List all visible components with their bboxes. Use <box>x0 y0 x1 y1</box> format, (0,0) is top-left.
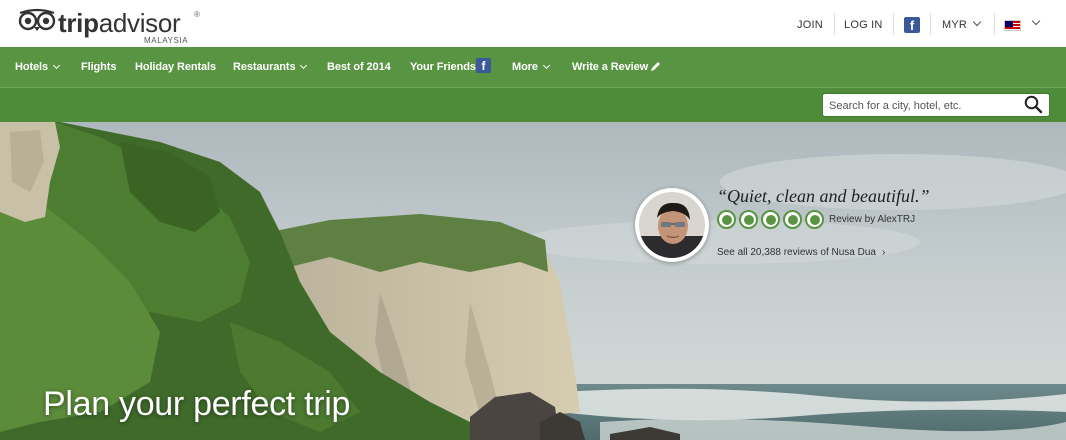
hero-headline: Plan your perfect trip <box>43 385 351 423</box>
logo-brand-suffix: advisor <box>98 8 181 38</box>
rating-bubble-icon <box>739 210 758 229</box>
pencil-icon <box>651 62 660 71</box>
nav-best-of-2014[interactable]: Best of 2014 <box>327 61 391 73</box>
nav-flights[interactable]: Flights <box>81 61 116 73</box>
nav-holiday-rentals[interactable]: Holiday Rentals <box>135 61 216 73</box>
facebook-icon[interactable]: f <box>904 17 920 33</box>
rating-bubble-icon <box>761 210 780 229</box>
nav-label: Flights <box>81 61 117 73</box>
nav-hotels[interactable]: Hotels <box>15 61 61 73</box>
nav-label: Best of 2014 <box>327 61 391 73</box>
facebook-icon[interactable]: f <box>476 58 491 73</box>
see-all-label: See all 20,388 reviews of Nusa Dua <box>717 247 876 258</box>
nav-label: Holiday Rentals <box>135 61 217 73</box>
review-quote: “Quiet, clean and beautiful.” <box>717 186 930 206</box>
header-divider <box>994 13 995 35</box>
rating-bubbles <box>717 210 824 229</box>
login-link[interactable]: LOG IN <box>844 19 883 31</box>
top-header: tripadvisor ® MALAYSIA JOIN LOG IN f MYR <box>0 0 1066 47</box>
avatar-photo <box>639 192 705 258</box>
search-icon[interactable] <box>1024 95 1043 114</box>
chevron-down-icon <box>52 61 61 70</box>
see-all-reviews-link[interactable]: See all 20,388 reviews of Nusa Dua › <box>717 247 885 258</box>
nav-restaurants[interactable]: Restaurants <box>233 61 308 73</box>
nav-label: Write a Review <box>572 61 649 73</box>
nav-your-friends[interactable]: Your Friends <box>410 61 476 73</box>
chevron-down-icon[interactable] <box>1031 16 1041 26</box>
chevron-down-icon <box>300 61 308 70</box>
tripadvisor-logo[interactable]: tripadvisor ® MALAYSIA <box>18 8 200 45</box>
currency-selector[interactable]: MYR <box>942 17 982 31</box>
rating-bubble-icon <box>805 210 824 229</box>
header-divider <box>834 13 835 35</box>
chevron-right-icon: › <box>881 247 886 258</box>
nav-label: More <box>512 61 538 73</box>
malaysia-flag-icon[interactable] <box>1004 20 1021 31</box>
chevron-down-icon <box>542 61 550 70</box>
header-divider <box>893 13 894 35</box>
rating-bubble-icon <box>783 210 802 229</box>
chevron-down-icon <box>972 17 982 27</box>
registered-mark: ® <box>194 10 200 19</box>
nav-more[interactable]: More <box>512 61 550 73</box>
join-link[interactable]: JOIN <box>797 19 823 31</box>
reviewer-avatar[interactable] <box>635 188 709 262</box>
review-author[interactable]: Review by AlexTRJ <box>829 214 915 225</box>
search-input[interactable] <box>829 97 1019 114</box>
nav-label: Your Friends <box>410 61 476 73</box>
search-box[interactable] <box>822 93 1050 117</box>
nav-label: Hotels <box>15 61 49 73</box>
main-nav: Hotels Flights Holiday Rentals Restauran… <box>0 47 1066 87</box>
header-divider <box>930 13 931 35</box>
nav-label: Restaurants <box>233 61 296 73</box>
logo-brand-prefix: trip <box>58 8 99 38</box>
logo-wordmark: tripadvisor <box>58 8 181 38</box>
rating-bubble-icon <box>717 210 736 229</box>
owl-logo-icon <box>18 8 56 31</box>
nav-write-review[interactable]: Write a Review <box>572 61 648 73</box>
logo-country: MALAYSIA <box>144 36 189 45</box>
currency-label: MYR <box>942 19 968 31</box>
